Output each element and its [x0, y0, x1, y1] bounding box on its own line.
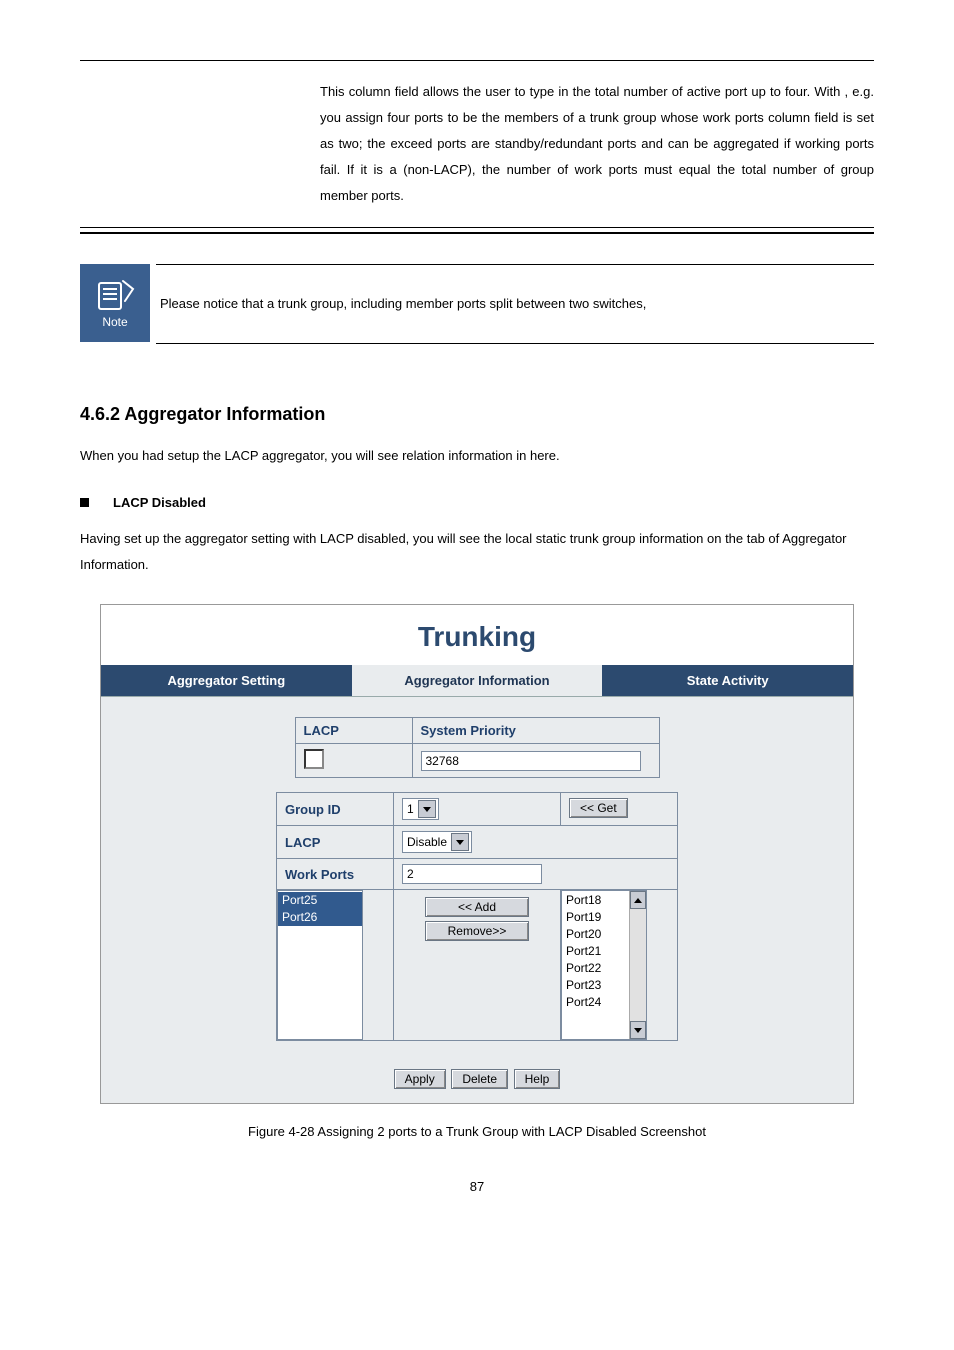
system-priority-label: System Priority — [412, 718, 659, 744]
help-button[interactable]: Help — [514, 1069, 561, 1089]
chevron-down-icon — [451, 833, 469, 851]
page-number: 87 — [80, 1179, 874, 1194]
note-label: Note — [102, 315, 127, 329]
remove-button[interactable]: Remove>> — [425, 921, 529, 941]
lacp-select-value: Disable — [407, 835, 447, 849]
scrollbar[interactable] — [629, 891, 646, 1039]
list-item[interactable]: Port21 — [562, 943, 629, 960]
lacp-label: LACP — [295, 718, 412, 744]
tab-aggregator-setting[interactable]: Aggregator Setting — [101, 665, 352, 696]
tab-aggregator-information[interactable]: Aggregator Information — [352, 665, 603, 696]
group-id-value: 1 — [407, 802, 414, 816]
scroll-up-icon[interactable] — [630, 891, 646, 909]
note-icon: Note — [80, 264, 150, 342]
bullet-label: LACP Disabled — [113, 495, 206, 510]
work-ports-description: This column field allows the user to typ… — [320, 79, 874, 209]
delete-button[interactable]: Delete — [451, 1069, 508, 1089]
selected-ports-listbox[interactable]: Port25 Port26 — [277, 890, 363, 1040]
agg-info-paragraph: When you had setup the LACP aggregator, … — [80, 443, 874, 469]
figure-title: Trunking — [101, 605, 853, 665]
tab-state-activity[interactable]: State Activity — [602, 665, 853, 696]
group-id-label: Group ID — [277, 793, 394, 826]
list-item[interactable]: Port25 — [278, 892, 362, 909]
figure-caption-text: Assigning 2 ports to a Trunk Group with … — [317, 1124, 706, 1139]
list-item[interactable]: Port23 — [562, 977, 629, 994]
system-priority-input[interactable] — [421, 751, 641, 771]
get-button[interactable]: << Get — [569, 798, 628, 818]
add-button[interactable]: << Add — [425, 897, 529, 917]
note-text: Please notice that a trunk group, includ… — [160, 292, 646, 315]
lacp-row-label: LACP — [277, 826, 394, 859]
work-ports-text-3: (non-LACP), the number of work ports mus… — [320, 162, 874, 203]
list-item[interactable]: Port22 — [562, 960, 629, 977]
list-item[interactable]: Port18 — [562, 892, 629, 909]
trunking-screenshot: Trunking Aggregator Setting Aggregator I… — [100, 604, 854, 1104]
bullet-square-icon — [80, 498, 89, 507]
static-para-a: Having set up the aggregator setting wit… — [80, 531, 779, 546]
work-ports-label: Work Ports — [277, 859, 394, 890]
note-box: Please notice that a trunk group, includ… — [156, 264, 874, 344]
group-id-select[interactable]: 1 — [402, 798, 439, 820]
list-item[interactable]: Port20 — [562, 926, 629, 943]
lacp-checkbox[interactable] — [304, 749, 324, 769]
chevron-down-icon — [418, 800, 436, 818]
figure-caption-prefix: Figure 4-28 — [248, 1124, 314, 1139]
tab-bar: Aggregator Setting Aggregator Informatio… — [101, 665, 853, 697]
lacp-select[interactable]: Disable — [402, 831, 472, 853]
list-item[interactable]: Port19 — [562, 909, 629, 926]
apply-button[interactable]: Apply — [394, 1069, 446, 1089]
scroll-down-icon[interactable] — [630, 1021, 646, 1039]
static-trunk-paragraph: Having set up the aggregator setting wit… — [80, 526, 874, 578]
section-heading: 4.6.2 Aggregator Information — [80, 404, 874, 425]
work-ports-text-1: This column field allows the user to typ… — [320, 84, 840, 99]
list-item[interactable]: Port24 — [562, 994, 629, 1011]
work-ports-input[interactable] — [402, 864, 542, 884]
figure-caption: Figure 4-28 Assigning 2 ports to a Trunk… — [80, 1124, 874, 1139]
list-item[interactable]: Port26 — [278, 909, 362, 926]
available-ports-listbox[interactable]: Port18 Port19 Port20 Port21 Port22 Port2… — [561, 890, 647, 1040]
